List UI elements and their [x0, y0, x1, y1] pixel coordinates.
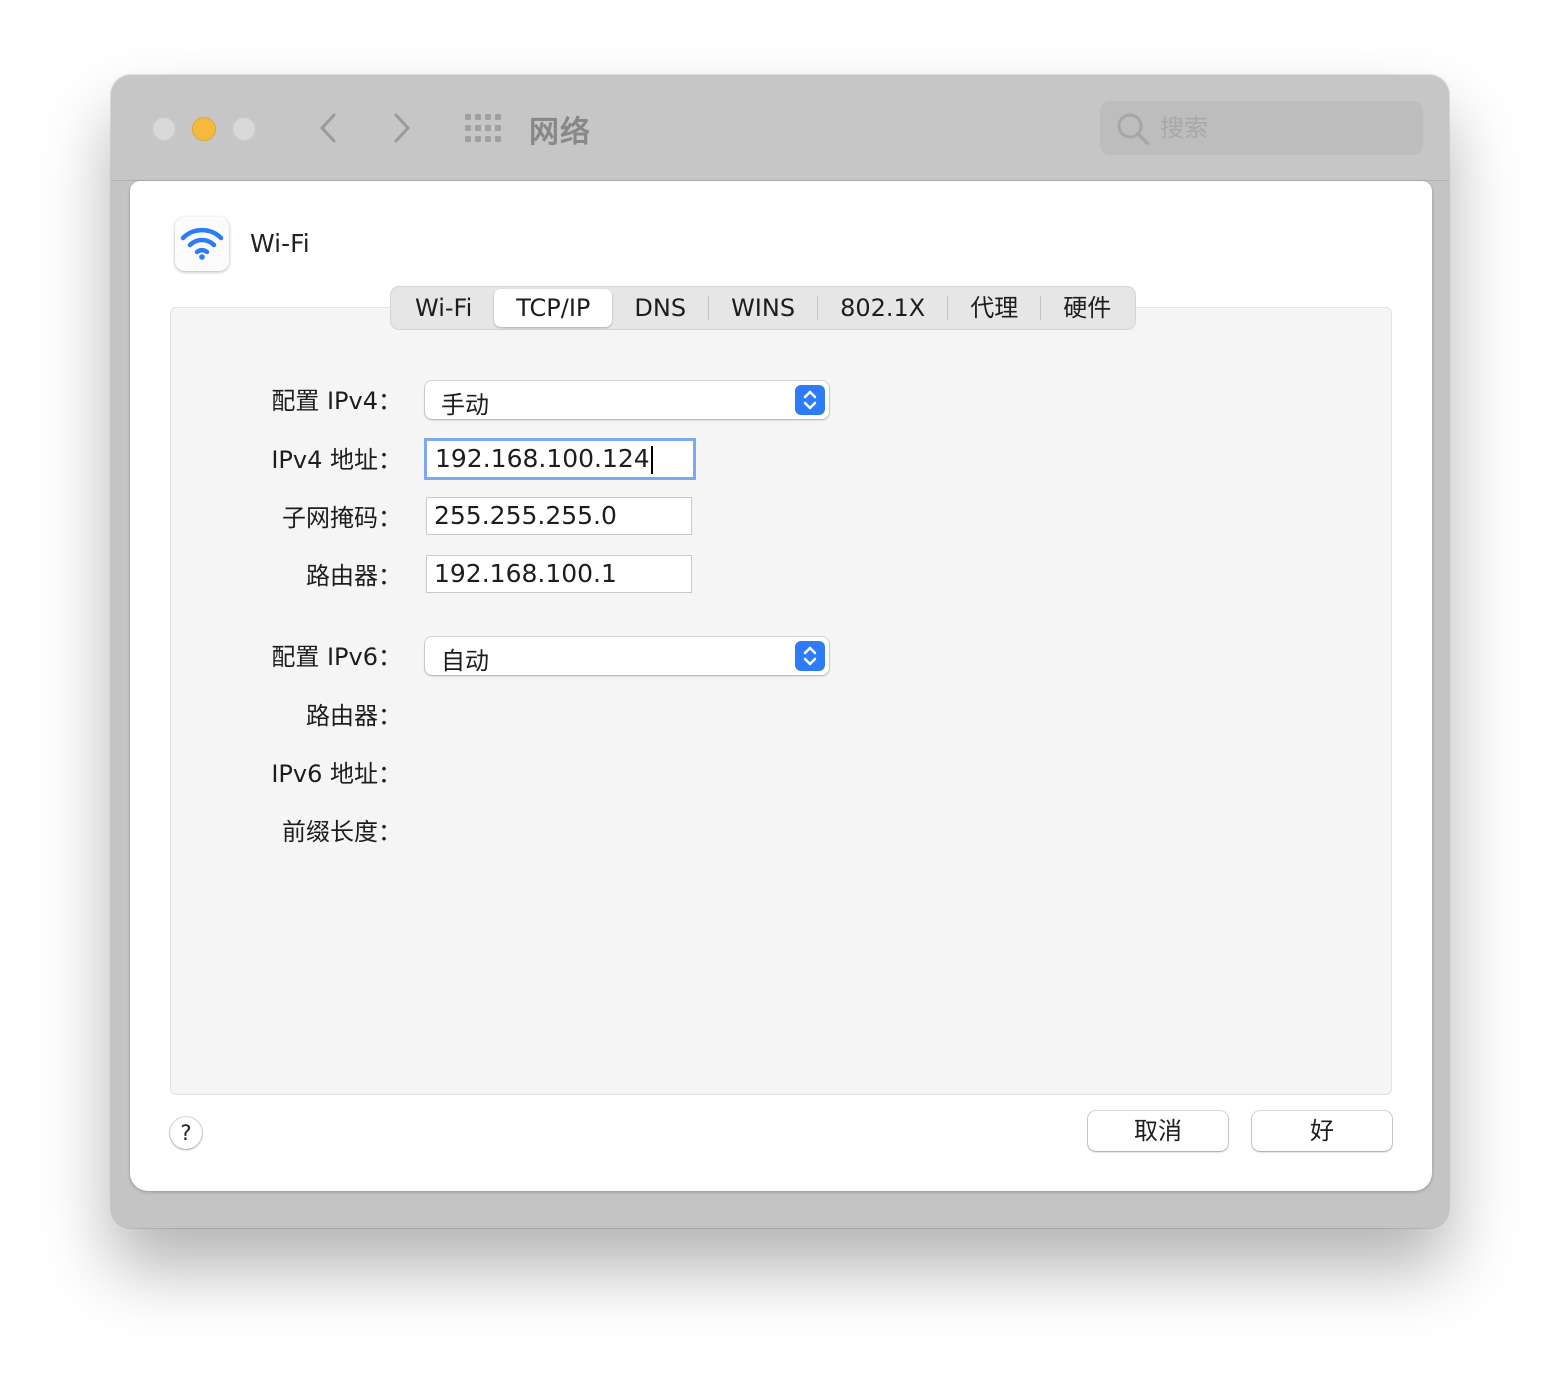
- cancel-button[interactable]: 取消: [1088, 1111, 1228, 1151]
- popup-stepper: [795, 385, 825, 415]
- forward-button[interactable]: [386, 111, 416, 145]
- ipv4-address-label: IPv4 地址：: [271, 446, 402, 474]
- ok-button[interactable]: 好: [1252, 1111, 1392, 1151]
- title-bar: 网络: [111, 75, 1449, 181]
- search-field[interactable]: [1100, 101, 1423, 155]
- tab-bar: Wi-Fi TCP/IP DNS WINS 802.1X 代理 硬件: [390, 286, 1137, 330]
- subnet-mask-field[interactable]: 255.255.255.0: [426, 497, 692, 535]
- interface-name: Wi-Fi: [250, 229, 310, 258]
- chevron-up-down-icon: [803, 390, 817, 410]
- configure-ipv6-value: 自动: [441, 647, 489, 675]
- minimize-window-button[interactable]: [192, 117, 216, 141]
- tab-wifi[interactable]: Wi-Fi: [393, 289, 494, 327]
- prefix-length-label: 前缀长度：: [282, 818, 402, 846]
- popup-stepper: [795, 641, 825, 671]
- close-window-button[interactable]: [152, 117, 176, 141]
- preferences-window: 网络 Wi-Fi Wi-Fi TCP/IP DNS WINS: [111, 75, 1449, 1228]
- search-icon: [1117, 113, 1149, 145]
- ipv6-router-label: 路由器：: [306, 702, 402, 730]
- router-field[interactable]: 192.168.100.1: [426, 555, 692, 593]
- tab-wins[interactable]: WINS: [709, 289, 817, 327]
- ipv4-address-value: 192.168.100.124: [435, 444, 650, 473]
- chevron-left-icon: [320, 113, 336, 143]
- search-input[interactable]: [1160, 110, 1400, 146]
- tab-tcpip[interactable]: TCP/IP: [494, 289, 613, 327]
- subnet-mask-label: 子网掩码：: [282, 504, 402, 532]
- ipv6-address-label: IPv6 地址：: [271, 760, 402, 788]
- text-caret: [650, 446, 653, 474]
- tab-8021x[interactable]: 802.1X: [818, 289, 947, 327]
- zoom-window-button[interactable]: [232, 117, 256, 141]
- grid-icon: [465, 114, 501, 142]
- tab-dns[interactable]: DNS: [612, 289, 708, 327]
- chevron-right-icon: [394, 113, 410, 143]
- show-all-button[interactable]: [464, 113, 504, 143]
- chevron-up-down-icon: [803, 646, 817, 666]
- configure-ipv4-popup[interactable]: 手动: [425, 381, 829, 419]
- window-title: 网络: [529, 115, 591, 150]
- configure-ipv6-label: 配置 IPv6：: [271, 643, 402, 671]
- back-button[interactable]: [314, 111, 344, 145]
- tcpip-sheet: Wi-Fi Wi-Fi TCP/IP DNS WINS 802.1X 代理 硬件…: [130, 181, 1432, 1191]
- configure-ipv4-label: 配置 IPv4：: [271, 387, 402, 415]
- wifi-icon: [180, 227, 224, 260]
- tab-hardware[interactable]: 硬件: [1041, 289, 1133, 327]
- help-button[interactable]: ?: [170, 1117, 202, 1149]
- configure-ipv4-value: 手动: [441, 391, 489, 419]
- router-label: 路由器：: [306, 562, 402, 590]
- configure-ipv6-popup[interactable]: 自动: [425, 637, 829, 675]
- tab-proxy[interactable]: 代理: [948, 289, 1040, 327]
- wifi-badge: [175, 217, 229, 271]
- ipv4-address-field[interactable]: 192.168.100.124: [424, 438, 696, 480]
